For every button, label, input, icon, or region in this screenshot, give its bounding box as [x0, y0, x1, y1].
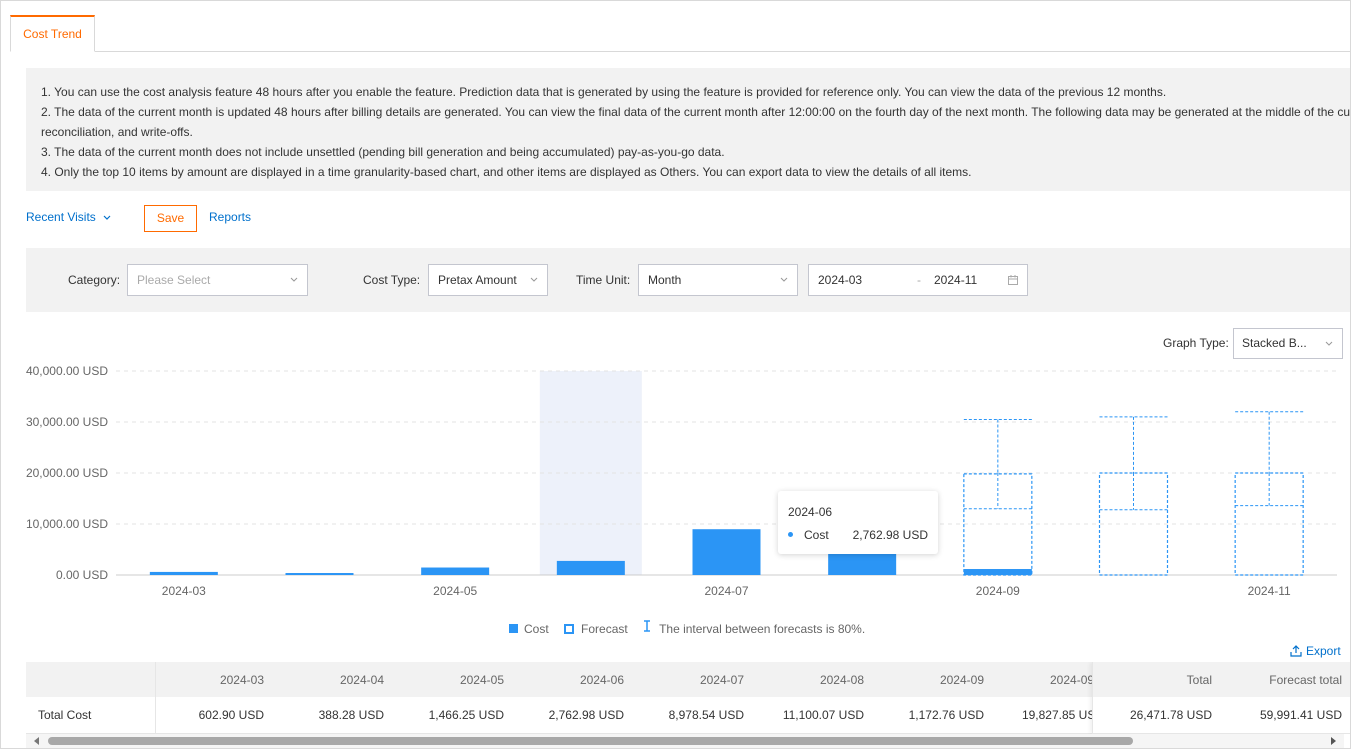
chevron-down-icon	[103, 215, 111, 220]
table-cell: 602.90 USD	[198, 708, 264, 722]
column-header: 2024-08	[819, 673, 864, 687]
x-tick-label: 2024-03	[162, 584, 206, 598]
forecast-total-value: 59,991.41 USD	[1259, 708, 1342, 722]
total-value: 26,471.78 USD	[1129, 708, 1212, 722]
table-cell: 11,100.07 USD	[782, 708, 864, 722]
notice-line: 4. Only the top 10 items by amount are d…	[41, 165, 972, 179]
interval-icon	[644, 620, 651, 632]
forecast-total-header: Forecast total	[1269, 673, 1342, 687]
cost-type-select[interactable]: Pretax Amount	[428, 264, 548, 296]
table-cell: 1,172.76 USD	[908, 708, 984, 722]
table-cell: 2,762.98 USD	[548, 708, 624, 722]
table-cell: 1,466.25 USD	[428, 708, 504, 722]
cost-bar	[556, 560, 625, 575]
column-header: 2024-09	[1050, 673, 1095, 687]
tooltip-series-name: Cost	[804, 528, 829, 542]
category-select[interactable]: Please Select	[127, 264, 308, 296]
category-placeholder: Please Select	[137, 273, 211, 287]
calendar-icon	[1008, 275, 1018, 285]
export-button[interactable]: Export	[1290, 644, 1341, 658]
cost-bar	[692, 529, 761, 575]
chevron-down-icon	[780, 277, 788, 282]
total-header: Total	[1186, 673, 1212, 687]
scrollbar-thumb[interactable]	[48, 737, 1133, 745]
graph-type-label: Graph Type:	[1163, 336, 1229, 350]
x-tick-label: 2024-05	[433, 584, 477, 598]
y-tick-label: 20,000.00 USD	[26, 466, 108, 480]
column-header: 2024-07	[699, 673, 744, 687]
tab-cost-trend[interactable]: Cost Trend	[10, 15, 95, 52]
export-label: Export	[1306, 644, 1341, 658]
chevron-down-icon	[290, 277, 298, 282]
column-header: 2024-09	[939, 673, 984, 687]
cost-bar	[149, 571, 218, 575]
notice-line: 2. The data of the current month is upda…	[41, 105, 1351, 119]
chart-tooltip: 2024-06 Cost 2,762.98 USD	[778, 491, 938, 554]
tooltip-value: 2,762.98 USD	[852, 528, 928, 542]
recent-visits-label: Recent Visits	[26, 210, 96, 224]
column-divider	[155, 662, 156, 734]
forecast-legend-swatch	[564, 623, 575, 634]
scroll-left-icon[interactable]	[34, 737, 39, 745]
date-range-picker[interactable]: 2024-03 - 2024-11	[808, 264, 1028, 296]
fixed-total-columns: Total Forecast total 26,471.78 USD 59,99…	[1092, 662, 1350, 734]
column-header: 2024-06	[579, 673, 624, 687]
graph-type-select[interactable]: Stacked B...	[1233, 328, 1343, 359]
cost-bar	[285, 573, 354, 575]
chevron-down-icon	[1325, 341, 1333, 346]
legend-interval-label: The interval between forecasts is 80%.	[659, 621, 866, 636]
cost-type-label: Cost Type:	[363, 273, 421, 287]
cost-analysis-panel: Cost Trend 1. You can use the cost analy…	[0, 0, 1351, 749]
cost-bar	[421, 567, 490, 575]
tab-bar: Cost Trend	[10, 15, 1350, 52]
notice-line: 1. You can use the cost analysis feature…	[41, 85, 1167, 99]
row-label: Total Cost	[38, 708, 92, 722]
cost-dot-icon	[788, 532, 793, 537]
graph-type-value: Stacked B...	[1242, 336, 1307, 350]
notice-line: 3. The data of the current month does no…	[41, 145, 725, 159]
save-button[interactable]: Save	[144, 205, 197, 232]
legend-forecast-label[interactable]: Forecast	[581, 622, 628, 636]
toolbar: Recent Visits Save Reports	[26, 205, 426, 232]
column-header: 2024-03	[219, 673, 264, 687]
time-unit-select[interactable]: Month	[638, 264, 798, 296]
tooltip-title: 2024-06	[788, 505, 833, 519]
total-header-row: Total Forecast total	[1093, 662, 1350, 697]
table-cell: 8,978.54 USD	[668, 708, 744, 722]
date-separator: -	[917, 273, 921, 287]
cost-type-value: Pretax Amount	[438, 273, 517, 287]
chart-legend: Cost Forecast The interval between forec…	[509, 620, 866, 636]
cost-legend-swatch	[509, 624, 518, 634]
y-tick-label: 10,000.00 USD	[26, 517, 108, 531]
notice-box: 1. You can use the cost analysis feature…	[26, 68, 1351, 191]
cost-trend-chart: 0.00 USD 10,000.00 USD 20,000.00 USD 30,000…	[26, 364, 1337, 598]
date-from[interactable]: 2024-03	[818, 265, 862, 295]
total-value-row: 26,471.78 USD 59,991.41 USD	[1093, 697, 1350, 734]
reports-link[interactable]: Reports	[209, 210, 251, 224]
notice-line: reconciliation, and write-offs.	[41, 125, 193, 139]
y-tick-label: 40,000.00 USD	[26, 364, 108, 378]
category-label: Category:	[68, 273, 121, 287]
time-unit-label: Time Unit:	[576, 273, 631, 287]
date-to[interactable]: 2024-11	[934, 265, 977, 295]
column-header: 2024-04	[339, 673, 384, 687]
time-unit-value: Month	[648, 273, 682, 287]
recent-visits-dropdown[interactable]: Recent Visits	[26, 210, 111, 224]
export-icon	[1290, 645, 1302, 657]
legend-cost-label[interactable]: Cost	[524, 622, 549, 636]
y-tick-label: 30,000.00 USD	[26, 415, 108, 429]
scroll-right-icon[interactable]	[1331, 737, 1336, 745]
x-tick-label: 2024-09	[976, 584, 1020, 598]
x-tick-label: 2024-07	[704, 584, 748, 598]
cost-table: 2024-03 2024-04 2024-05 2024-06 2024-07 …	[26, 662, 1350, 734]
column-header: 2024-05	[459, 673, 504, 687]
tooltip-row: Cost 2,762.98 USD	[788, 528, 928, 542]
y-tick-label: 0.00 USD	[56, 568, 108, 582]
table-cell: 388.28 USD	[318, 708, 384, 722]
filter-bar: Category: Please Select Cost Type: Preta…	[26, 248, 1350, 312]
horizontal-scrollbar[interactable]	[26, 734, 1344, 748]
cost-bar	[963, 569, 1032, 575]
chevron-down-icon	[530, 277, 538, 282]
x-tick-label: 2024-11	[1248, 584, 1291, 598]
